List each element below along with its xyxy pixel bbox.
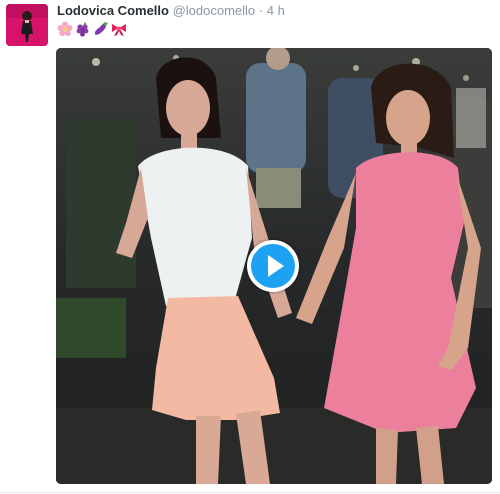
tweet-text: [57, 21, 127, 37]
separator-dot: ·: [258, 3, 264, 18]
timestamp[interactable]: 4 h: [267, 3, 285, 18]
divider: [0, 492, 500, 493]
eggplant-emoji: [93, 21, 109, 37]
tweet-card: Lodovica Comello @lodocomello · 4 h: [0, 0, 500, 494]
tweet-header: Lodovica Comello @lodocomello · 4 h: [57, 3, 285, 19]
grapes-emoji: [75, 21, 91, 37]
avatar[interactable]: [6, 4, 48, 46]
cherry-blossom-emoji: [57, 21, 73, 37]
ribbon-emoji: [111, 21, 127, 37]
play-button[interactable]: [247, 240, 299, 292]
video-player[interactable]: [56, 48, 492, 484]
user-handle[interactable]: @lodocomello: [173, 3, 256, 18]
avatar-image: [6, 4, 48, 46]
play-icon: [268, 255, 284, 277]
display-name[interactable]: Lodovica Comello: [57, 3, 169, 18]
